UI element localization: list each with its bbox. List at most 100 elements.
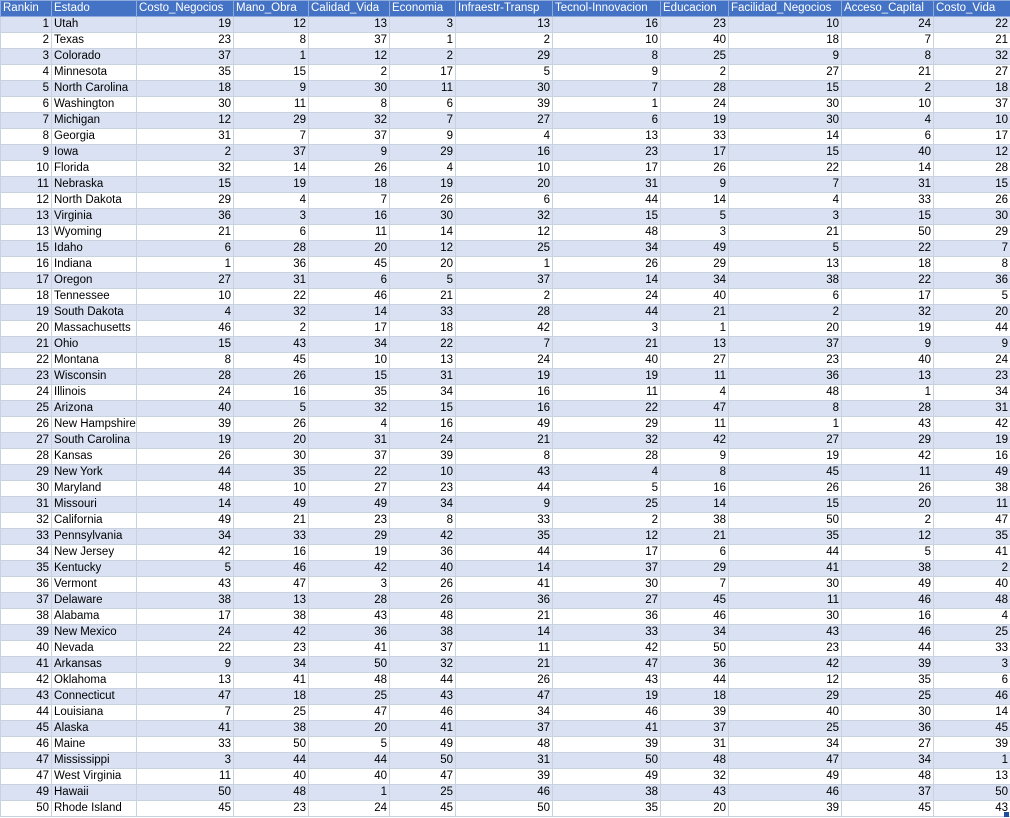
- value-cell[interactable]: 38: [933, 480, 1010, 497]
- value-cell[interactable]: 26: [552, 256, 661, 273]
- value-cell[interactable]: 23: [933, 368, 1010, 385]
- value-cell[interactable]: 29: [136, 192, 234, 209]
- value-cell[interactable]: 14: [660, 192, 729, 209]
- value-cell[interactable]: 18: [660, 688, 729, 705]
- state-cell[interactable]: New Mexico: [51, 624, 137, 641]
- value-cell[interactable]: 30: [728, 576, 842, 593]
- value-cell[interactable]: 5: [389, 272, 456, 289]
- value-cell[interactable]: 6: [455, 192, 553, 209]
- rank-cell[interactable]: 9: [0, 144, 52, 161]
- value-cell[interactable]: 3: [233, 208, 309, 225]
- value-cell[interactable]: 44: [136, 464, 234, 481]
- value-cell[interactable]: 28: [136, 368, 234, 385]
- value-cell[interactable]: 14: [233, 160, 309, 177]
- value-cell[interactable]: 44: [455, 544, 553, 561]
- value-cell[interactable]: 36: [728, 368, 842, 385]
- value-cell[interactable]: 31: [389, 368, 456, 385]
- value-cell[interactable]: 17: [136, 608, 234, 625]
- value-cell[interactable]: 48: [233, 784, 309, 801]
- value-cell[interactable]: 45: [308, 256, 390, 273]
- value-cell[interactable]: 11: [136, 768, 234, 785]
- value-cell[interactable]: 48: [841, 768, 934, 785]
- value-cell[interactable]: 4: [552, 464, 661, 481]
- value-cell[interactable]: 19: [389, 176, 456, 193]
- value-cell[interactable]: 2: [389, 48, 456, 65]
- value-cell[interactable]: 5: [455, 64, 553, 81]
- value-cell[interactable]: 41: [136, 720, 234, 737]
- value-cell[interactable]: 12: [233, 16, 309, 33]
- rank-cell[interactable]: 29: [0, 464, 52, 481]
- state-cell[interactable]: Oklahoma: [51, 672, 137, 689]
- state-cell[interactable]: Mississippi: [51, 752, 137, 769]
- value-cell[interactable]: 41: [233, 672, 309, 689]
- state-cell[interactable]: Vermont: [51, 576, 137, 593]
- value-cell[interactable]: 20: [308, 720, 390, 737]
- value-cell[interactable]: 9: [552, 64, 661, 81]
- value-cell[interactable]: 4: [233, 192, 309, 209]
- value-cell[interactable]: 37: [233, 144, 309, 161]
- value-cell[interactable]: 22: [389, 336, 456, 353]
- value-cell[interactable]: 4: [660, 384, 729, 401]
- value-cell[interactable]: 50: [933, 784, 1010, 801]
- value-cell[interactable]: 29: [233, 112, 309, 129]
- value-cell[interactable]: 47: [389, 768, 456, 785]
- value-cell[interactable]: 29: [389, 144, 456, 161]
- value-cell[interactable]: 45: [233, 352, 309, 369]
- value-cell[interactable]: 38: [389, 624, 456, 641]
- value-cell[interactable]: 36: [308, 624, 390, 641]
- value-cell[interactable]: 22: [136, 640, 234, 657]
- value-cell[interactable]: 20: [841, 496, 934, 513]
- state-cell[interactable]: Connecticut: [51, 688, 137, 705]
- value-cell[interactable]: 44: [455, 480, 553, 497]
- value-cell[interactable]: 13: [455, 16, 553, 33]
- value-cell[interactable]: 42: [933, 416, 1010, 433]
- rank-cell[interactable]: 1: [0, 16, 52, 33]
- value-cell[interactable]: 50: [552, 752, 661, 769]
- value-cell[interactable]: 12: [933, 144, 1010, 161]
- value-cell[interactable]: 35: [233, 464, 309, 481]
- rank-cell[interactable]: 37: [0, 592, 52, 609]
- value-cell[interactable]: 8: [841, 48, 934, 65]
- value-cell[interactable]: 36: [660, 656, 729, 673]
- value-cell[interactable]: 6: [552, 112, 661, 129]
- value-cell[interactable]: 46: [389, 704, 456, 721]
- state-cell[interactable]: Utah: [51, 16, 137, 33]
- value-cell[interactable]: 19: [455, 368, 553, 385]
- value-cell[interactable]: 47: [233, 576, 309, 593]
- value-cell[interactable]: 4: [136, 304, 234, 321]
- value-cell[interactable]: 50: [233, 736, 309, 753]
- value-cell[interactable]: 23: [136, 32, 234, 49]
- value-cell[interactable]: 17: [552, 544, 661, 561]
- column-header[interactable]: Tecnol-Innovacion: [552, 0, 661, 17]
- value-cell[interactable]: 9: [728, 48, 842, 65]
- value-cell[interactable]: 26: [136, 448, 234, 465]
- value-cell[interactable]: 7: [455, 336, 553, 353]
- value-cell[interactable]: 1: [455, 256, 553, 273]
- value-cell[interactable]: 50: [841, 224, 934, 241]
- value-cell[interactable]: 18: [728, 32, 842, 49]
- value-cell[interactable]: 22: [841, 272, 934, 289]
- value-cell[interactable]: 2: [455, 32, 553, 49]
- value-cell[interactable]: 39: [136, 416, 234, 433]
- value-cell[interactable]: 44: [933, 320, 1010, 337]
- value-cell[interactable]: 21: [660, 304, 729, 321]
- column-header[interactable]: Economia: [389, 0, 456, 17]
- value-cell[interactable]: 39: [552, 736, 661, 753]
- value-cell[interactable]: 45: [933, 720, 1010, 737]
- value-cell[interactable]: 4: [389, 160, 456, 177]
- value-cell[interactable]: 17: [389, 64, 456, 81]
- value-cell[interactable]: 31: [455, 752, 553, 769]
- value-cell[interactable]: 32: [552, 432, 661, 449]
- value-cell[interactable]: 34: [389, 496, 456, 513]
- value-cell[interactable]: 38: [728, 272, 842, 289]
- value-cell[interactable]: 46: [552, 704, 661, 721]
- value-cell[interactable]: 19: [136, 432, 234, 449]
- value-cell[interactable]: 23: [728, 640, 842, 657]
- value-cell[interactable]: 39: [933, 736, 1010, 753]
- value-cell[interactable]: 9: [660, 176, 729, 193]
- value-cell[interactable]: 2: [660, 64, 729, 81]
- state-cell[interactable]: Alaska: [51, 720, 137, 737]
- value-cell[interactable]: 39: [728, 800, 842, 817]
- value-cell[interactable]: 38: [660, 512, 729, 529]
- state-cell[interactable]: Arkansas: [51, 656, 137, 673]
